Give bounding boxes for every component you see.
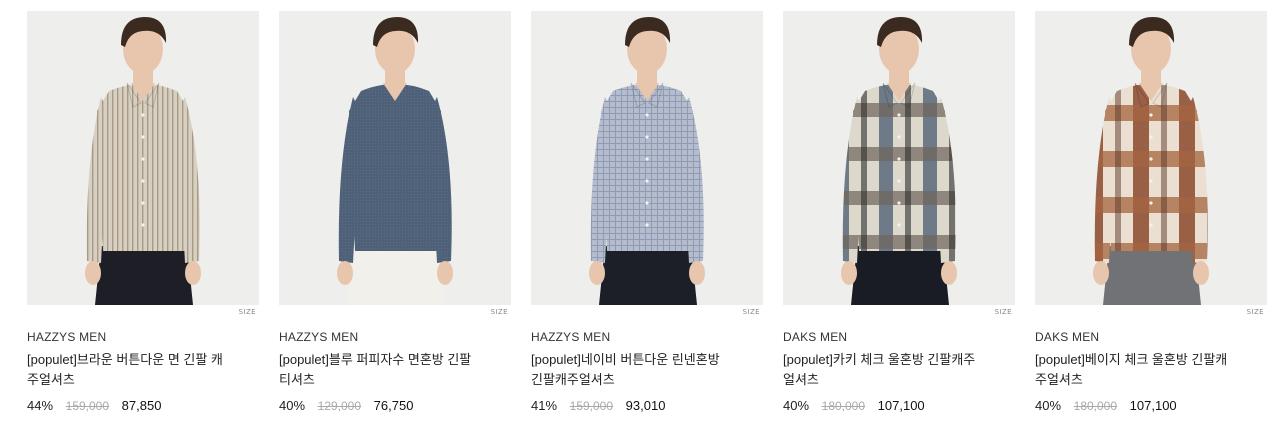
product-image[interactable] xyxy=(1035,11,1267,305)
product-name[interactable]: [populet]네이비 버튼다운 린넨혼방 긴팔캐주얼셔츠 xyxy=(531,350,731,390)
product-card[interactable]: SIZE HAZZYS MEN [populet]브라운 버튼다운 면 긴팔 캐… xyxy=(27,11,259,413)
discount-rate: 40% xyxy=(279,398,306,413)
product-card[interactable]: SIZE DAKS MEN [populet]카키 체크 울혼방 긴팔캐주얼셔츠… xyxy=(783,11,1015,413)
product-card[interactable]: SIZE DAKS MEN [populet]베이지 체크 울혼방 긴팔캐주얼셔… xyxy=(1035,11,1267,413)
price-row: 40% 129,000 76,750 xyxy=(279,398,413,413)
size-tag[interactable]: SIZE xyxy=(491,308,508,316)
sale-price: 107,100 xyxy=(877,398,925,413)
original-price: 159,000 xyxy=(569,399,614,413)
size-tag[interactable]: SIZE xyxy=(743,308,760,316)
product-name[interactable]: [populet]카키 체크 울혼방 긴팔캐주얼셔츠 xyxy=(783,350,983,390)
price-row: 44% 159,000 87,850 xyxy=(27,398,161,413)
product-brand[interactable]: HAZZYS MEN xyxy=(27,330,106,344)
sale-price: 76,750 xyxy=(373,398,414,413)
sale-price: 93,010 xyxy=(625,398,666,413)
product-brand[interactable]: HAZZYS MEN xyxy=(279,330,358,344)
original-price: 159,000 xyxy=(65,399,110,413)
product-card[interactable]: SIZE HAZZYS MEN [populet]네이비 버튼다운 린넨혼방 긴… xyxy=(531,11,763,413)
size-tag[interactable]: SIZE xyxy=(995,308,1012,316)
discount-rate: 40% xyxy=(783,398,810,413)
product-brand[interactable]: HAZZYS MEN xyxy=(531,330,610,344)
discount-rate: 44% xyxy=(27,398,54,413)
original-price: 180,000 xyxy=(821,399,866,413)
original-price: 180,000 xyxy=(1073,399,1118,413)
product-name[interactable]: [populet]블루 퍼피자수 면혼방 긴팔티셔츠 xyxy=(279,350,479,390)
product-card[interactable]: SIZE HAZZYS MEN [populet]블루 퍼피자수 면혼방 긴팔티… xyxy=(279,11,511,413)
product-brand[interactable]: DAKS MEN xyxy=(1035,330,1099,344)
product-image[interactable] xyxy=(279,11,511,305)
model-illustration xyxy=(1093,17,1209,305)
product-image[interactable] xyxy=(531,11,763,305)
model-illustration xyxy=(85,17,201,305)
product-image[interactable] xyxy=(27,11,259,305)
sale-price: 107,100 xyxy=(1129,398,1177,413)
product-name[interactable]: [populet]브라운 버튼다운 면 긴팔 캐주얼셔츠 xyxy=(27,350,227,390)
product-name[interactable]: [populet]베이지 체크 울혼방 긴팔캐주얼셔츠 xyxy=(1035,350,1235,390)
size-tag[interactable]: SIZE xyxy=(1247,308,1264,316)
product-image[interactable] xyxy=(783,11,1015,305)
size-tag[interactable]: SIZE xyxy=(239,308,256,316)
sale-price: 87,850 xyxy=(121,398,162,413)
model-illustration xyxy=(841,17,957,305)
discount-rate: 41% xyxy=(531,398,558,413)
price-row: 40% 180,000 107,100 xyxy=(1035,398,1177,413)
model-illustration xyxy=(589,17,705,305)
model-illustration xyxy=(337,17,453,305)
original-price: 129,000 xyxy=(317,399,362,413)
product-grid: SIZE HAZZYS MEN [populet]브라운 버튼다운 면 긴팔 캐… xyxy=(0,0,1280,438)
price-row: 41% 159,000 93,010 xyxy=(531,398,665,413)
price-row: 40% 180,000 107,100 xyxy=(783,398,925,413)
discount-rate: 40% xyxy=(1035,398,1062,413)
product-brand[interactable]: DAKS MEN xyxy=(783,330,847,344)
